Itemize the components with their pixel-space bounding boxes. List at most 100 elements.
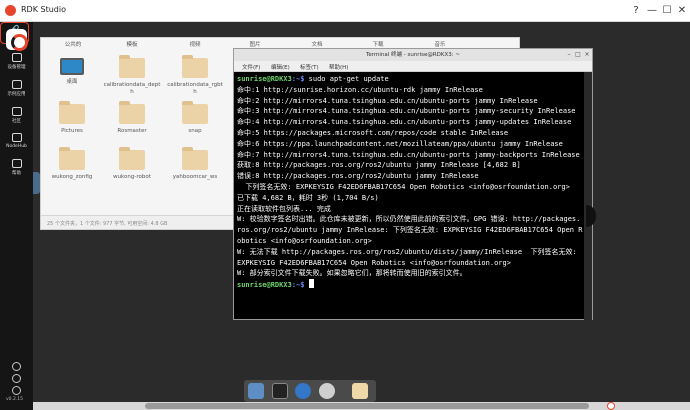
- apps-icon: [11, 80, 22, 89]
- file-item-folder[interactable]: snap: [166, 101, 224, 135]
- output-line: 已下载 4,682 B，耗时 3秒 (1,704 B/s): [237, 193, 379, 202]
- file-label: Rosmaster: [117, 128, 147, 134]
- help-button[interactable]: ?: [629, 4, 643, 18]
- output-line: 下列签名无效: EXPKEYSIG F42ED6FBAB17C654 Open …: [237, 182, 570, 191]
- prompt-path: :~$: [291, 281, 305, 290]
- taskbar: [244, 380, 376, 402]
- folder-icon: [119, 55, 145, 78]
- device-icon: [11, 53, 22, 62]
- horizontal-scrollbar[interactable]: [33, 402, 690, 410]
- folder-label[interactable]: 文档: [288, 40, 346, 48]
- terminal-scrollbar[interactable]: [584, 72, 592, 320]
- sidebar-item-label: 社区: [12, 119, 21, 124]
- output-line: 命中:4 http://mirrors4.tuna.tsinghua.edu.c…: [237, 118, 572, 127]
- output-line: W: 无法下载 http://packages.ros.org/ros2/ubu…: [237, 247, 581, 267]
- terminal-menu-bar: 文件(F) 编辑(E) 标签(T) 帮助(H): [234, 61, 592, 72]
- folder-label[interactable]: 下载: [349, 40, 407, 48]
- menu-file[interactable]: 文件(F): [242, 63, 260, 71]
- menu-edit[interactable]: 编辑(E): [271, 63, 290, 71]
- folder-icon: [182, 101, 208, 124]
- file-item-desktop[interactable]: 桌面: [43, 58, 101, 86]
- output-line: 获取:8 http://packages.ros.org/ros2/ubuntu…: [237, 161, 521, 170]
- prompt-user: sunrise@RDKX3: [237, 281, 292, 290]
- search-icon[interactable]: [319, 383, 335, 399]
- files-folder-icon[interactable]: [352, 383, 368, 399]
- sidebar-item-sample-apps[interactable]: 示例应用: [2, 77, 31, 103]
- folder-icon: [59, 147, 85, 170]
- menu-tabs[interactable]: 标签(T): [300, 63, 319, 71]
- file-label: wukong_zonfig: [51, 174, 93, 180]
- terminal-title: Terminal 终端 - sunrise@RDKX3: ~: [366, 52, 460, 58]
- output-line: 命中:7 http://mirrors4.tuna.tsinghua.edu.c…: [237, 150, 580, 159]
- sidebar-item-label: 帮助: [12, 171, 21, 176]
- version-label: v0.2.15: [6, 397, 23, 402]
- file-label: snap: [188, 128, 202, 134]
- output-line: W: 校验数字签名时出错。此仓库未被更新，所以仍然使用此前的索引文件。GPG 错…: [237, 215, 583, 245]
- folder-label[interactable]: 图片: [226, 40, 284, 48]
- file-label: Pictures: [61, 128, 83, 134]
- terminal-maximize-icon[interactable]: □: [575, 52, 581, 58]
- folder-icon: [182, 55, 208, 78]
- file-label: wukong-robot: [113, 174, 151, 180]
- file-item-folder[interactable]: wukong-robot: [103, 147, 161, 181]
- prompt-path: :~$: [291, 75, 305, 83]
- maximize-button[interactable]: ☐: [660, 4, 674, 18]
- info-icon[interactable]: [12, 374, 21, 383]
- output-line: 错误:8 http://packages.ros.org/ros2/ubuntu…: [237, 172, 479, 181]
- rdk-logo-icon: [5, 5, 16, 16]
- show-desktop-icon[interactable]: [248, 383, 264, 399]
- help-icon: [11, 159, 22, 168]
- browser-icon[interactable]: [295, 383, 311, 399]
- file-item-folder[interactable]: calibrationdata_rgbth: [166, 55, 224, 96]
- file-item-folder[interactable]: Rosmaster: [103, 101, 161, 135]
- file-item-folder[interactable]: Pictures: [43, 101, 101, 135]
- output-line: 命中:2 http://mirrors4.tuna.tsinghua.edu.c…: [237, 96, 538, 105]
- folder-label[interactable]: 公共的: [44, 40, 102, 48]
- file-label: calibrationdata_rgbth: [167, 82, 223, 95]
- file-label: 桌面: [66, 79, 78, 85]
- file-label: yahboomcar_ws: [172, 174, 218, 180]
- file-item-folder[interactable]: calibrationdata_depth: [103, 55, 161, 96]
- terminal-output[interactable]: sunrise@RDKX3:~$ sudo apt-get update 命中:…: [237, 74, 583, 318]
- sidebar-item-label: 设备管理: [7, 65, 26, 70]
- close-button[interactable]: ✕: [675, 4, 689, 18]
- settings-icon[interactable]: [12, 362, 21, 371]
- scrollbar-thumb[interactable]: [145, 403, 589, 409]
- collapse-panel-handle[interactable]: [33, 172, 40, 194]
- terminal-cursor: [308, 279, 314, 289]
- output-line: W: 部分索引文件下载失败。如果忽略它们，那将转而使用旧的索引文件。: [237, 269, 467, 278]
- folder-label[interactable]: 视频: [166, 40, 224, 48]
- sidebar-item-nodehub[interactable]: NodeHub: [2, 130, 31, 156]
- rdk-studio-logo-icon: [6, 29, 28, 51]
- terminal-close-icon[interactable]: ×: [584, 52, 590, 58]
- folder-label[interactable]: 模板: [103, 40, 161, 48]
- sidebar-item-community[interactable]: 社区: [2, 104, 31, 130]
- desktop-icon: [60, 58, 84, 75]
- sidebar-item-label: NodeHub: [6, 144, 27, 149]
- sidebar-item-device-management[interactable]: 设备管理: [2, 50, 31, 76]
- terminal-icon[interactable]: [272, 383, 288, 399]
- folder-icon: [182, 147, 208, 170]
- menu-help[interactable]: 帮助(H): [329, 63, 348, 71]
- status-dot-icon: [607, 402, 615, 410]
- app-title: RDK Studio: [21, 5, 66, 14]
- sidebar: 设备管理 示例应用 社区 NodeHub 帮助 🔗 sunrise v0.2.1…: [0, 22, 33, 410]
- minimize-button[interactable]: —: [645, 4, 659, 18]
- output-line: 命中:6 https://ppa.launchpadcontent.net/mo…: [237, 139, 563, 148]
- prompt-user: sunrise@RDKX3: [237, 75, 292, 83]
- folder-icon: [59, 101, 85, 124]
- terminal-minimize-icon[interactable]: –: [566, 52, 572, 58]
- file-item-folder[interactable]: wukong_zonfig: [43, 147, 101, 181]
- terminal-window[interactable]: Terminal 终端 - sunrise@RDKX3: ~ – □ × 文件(…: [233, 48, 593, 320]
- file-item-folder[interactable]: yahboomcar_ws: [166, 147, 224, 181]
- community-icon: [11, 107, 22, 116]
- output-line: 命中:3 http://mirrors4.tuna.tsinghua.edu.c…: [237, 107, 576, 116]
- output-line: 命中:5 https://packages.microsoft.com/repo…: [237, 128, 509, 137]
- sidebar-item-help[interactable]: 帮助: [2, 156, 31, 182]
- sidebar-item-label: 示例应用: [7, 92, 26, 97]
- command-text: sudo apt-get update: [304, 75, 389, 83]
- update-icon[interactable]: [12, 386, 21, 395]
- terminal-title-bar[interactable]: Terminal 终端 - sunrise@RDKX3: ~ – □ ×: [234, 49, 592, 61]
- folder-label[interactable]: 音乐: [411, 40, 469, 48]
- nodehub-icon: [11, 133, 22, 142]
